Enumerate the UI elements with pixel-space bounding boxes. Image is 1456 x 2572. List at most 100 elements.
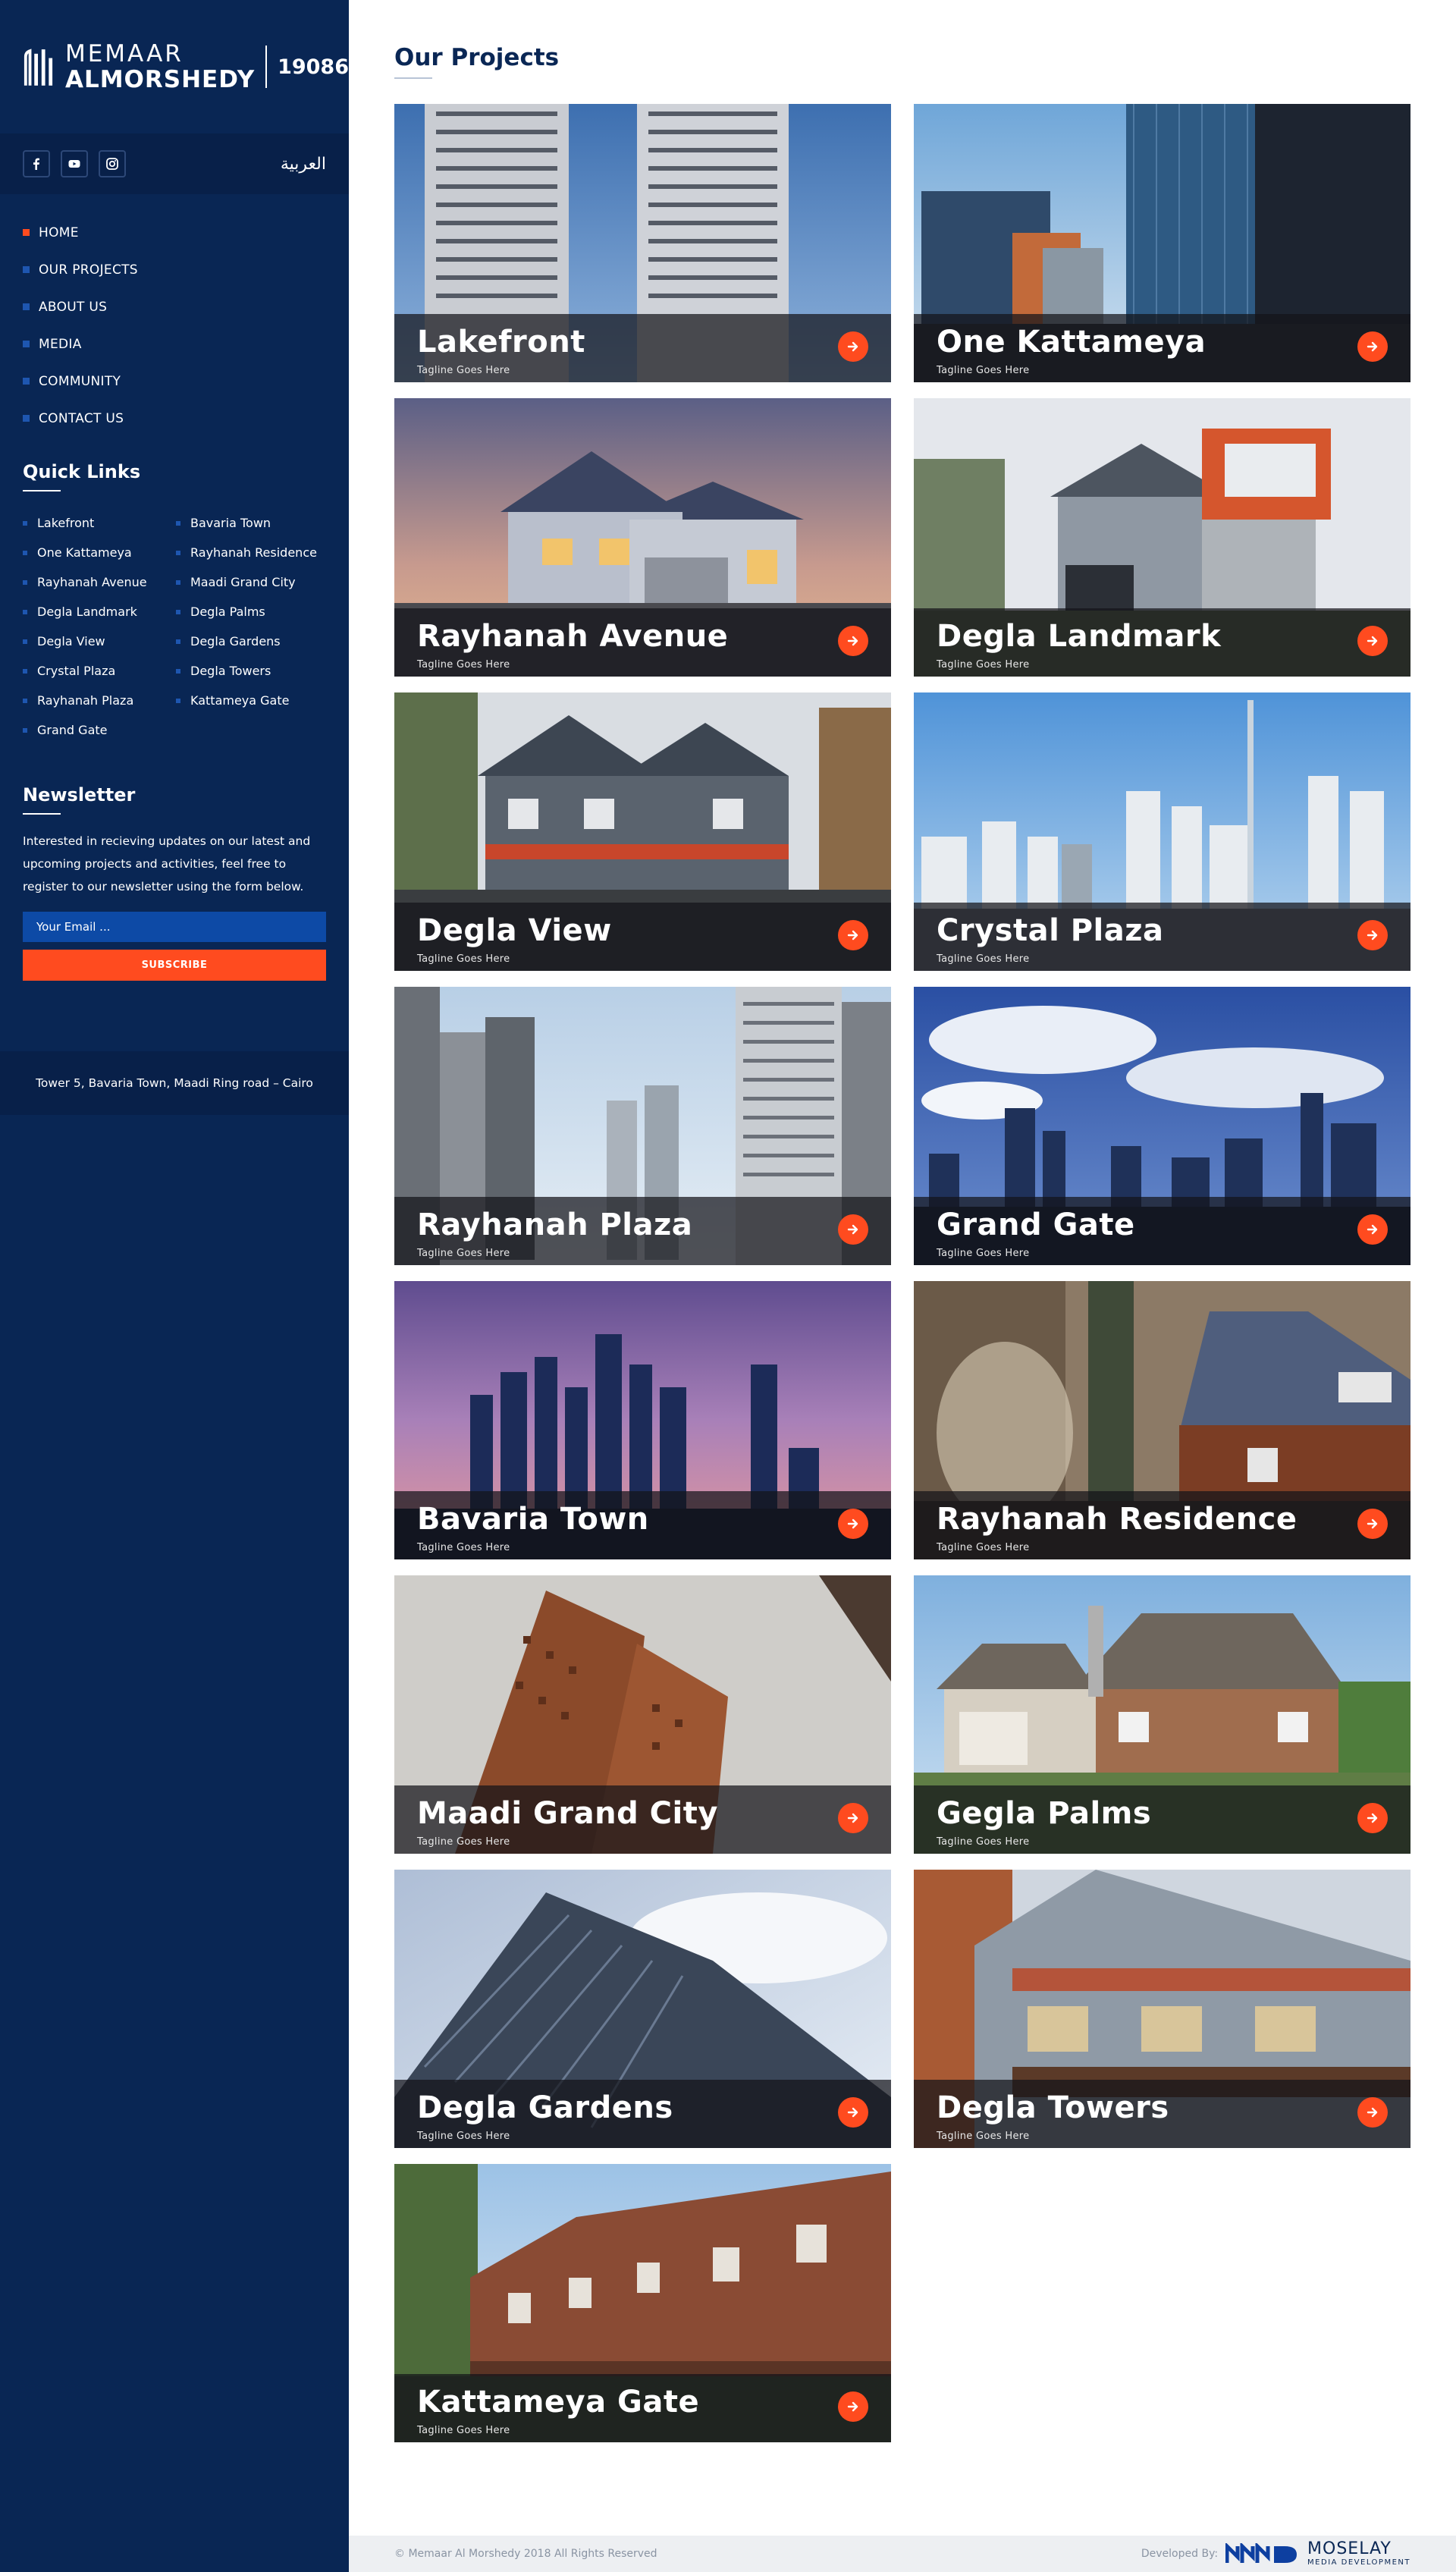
quick-link-label: Rayhanah Avenue xyxy=(37,575,147,589)
nav-label: MEDIA xyxy=(39,336,82,352)
project-name: Rayhanah Plaza xyxy=(417,1207,693,1242)
nav-item-home[interactable]: HOME xyxy=(23,214,326,251)
quick-link[interactable]: Rayhanah Avenue xyxy=(23,567,176,597)
arrow-right-icon[interactable] xyxy=(1357,331,1388,362)
facebook-icon[interactable] xyxy=(23,150,50,177)
quick-link-label: Bavaria Town xyxy=(190,516,271,530)
quick-link[interactable]: One Kattameya xyxy=(23,538,176,567)
project-tagline: Tagline Goes Here xyxy=(937,1836,1030,1848)
title-underline xyxy=(394,77,432,79)
project-card-degla-landmark[interactable]: Degla Landmark Tagline Goes Here xyxy=(914,398,1410,677)
quick-link[interactable]: Rayhanah Residence xyxy=(176,538,334,567)
project-card-degla-view[interactable]: Degla View Tagline Goes Here xyxy=(394,692,891,971)
arrow-right-icon[interactable] xyxy=(1357,1214,1388,1245)
sidebar: MEMAAR ALMORSHEDY 19086 العربية HOME OUR… xyxy=(0,0,349,2572)
quick-link[interactable]: Degla View xyxy=(23,627,176,656)
project-tagline: Tagline Goes Here xyxy=(417,953,510,965)
title-underline xyxy=(23,490,61,491)
link-bullet xyxy=(23,579,27,585)
project-card-degla-gardens[interactable]: Degla Gardens Tagline Goes Here xyxy=(394,1870,891,2148)
quick-link[interactable]: Maadi Grand City xyxy=(176,567,334,597)
quick-link-label: Crystal Plaza xyxy=(37,664,116,678)
arrow-right-icon[interactable] xyxy=(1357,1803,1388,1833)
subscribe-button[interactable]: SUBSCRIBE xyxy=(23,950,326,981)
arrow-right-icon[interactable] xyxy=(838,920,868,950)
nav-bullet xyxy=(23,415,30,422)
email-field[interactable] xyxy=(23,912,326,942)
hotline-number[interactable]: 19086 xyxy=(278,55,349,79)
arrow-right-icon[interactable] xyxy=(1357,920,1388,950)
project-card-bavaria-town[interactable]: Bavaria Town Tagline Goes Here xyxy=(394,1281,891,1559)
nav-bullet xyxy=(23,303,30,310)
newsletter: Newsletter Interested in recieving updat… xyxy=(23,784,326,981)
project-card-rayhanah-avenue[interactable]: Rayhanah Avenue Tagline Goes Here xyxy=(394,398,891,677)
footer: © Memaar Al Morshedy 2018 All Rights Res… xyxy=(349,2536,1456,2572)
quick-link-label: Degla Gardens xyxy=(190,634,281,648)
arrow-right-icon[interactable] xyxy=(838,331,868,362)
moselay-logo-icon xyxy=(1225,2543,1298,2563)
quick-link[interactable]: Degla Palms xyxy=(176,597,334,627)
project-name: Bavaria Town xyxy=(417,1502,649,1537)
nav-item-community[interactable]: COMMUNITY xyxy=(23,363,326,400)
project-name: Crystal Plaza xyxy=(937,913,1164,948)
link-bullet xyxy=(23,550,27,555)
link-bullet xyxy=(23,698,27,703)
arrow-right-icon[interactable] xyxy=(838,1803,868,1833)
quick-link[interactable]: Degla Landmark xyxy=(23,597,176,627)
page-title: Our Projects xyxy=(394,44,560,71)
copyright: © Memaar Al Morshedy 2018 All Rights Res… xyxy=(394,2548,657,2560)
project-tagline: Tagline Goes Here xyxy=(417,365,510,376)
project-card-crystal-plaza[interactable]: Crystal Plaza Tagline Goes Here xyxy=(914,692,1410,971)
brand[interactable]: MEMAAR ALMORSHEDY 19086 xyxy=(0,0,349,133)
quick-link[interactable]: Degla Gardens xyxy=(176,627,334,656)
developer-credit[interactable]: Developed By: MOSELAY MEDIA DEVELOPMENT xyxy=(1141,2541,1410,2567)
link-bullet xyxy=(176,698,180,703)
project-card-rayhanah-residence[interactable]: Rayhanah Residence Tagline Goes Here xyxy=(914,1281,1410,1559)
project-tagline: Tagline Goes Here xyxy=(417,1836,510,1848)
nav-bullet xyxy=(23,229,30,236)
quick-link[interactable]: Bavaria Town xyxy=(176,508,334,538)
link-bullet xyxy=(176,579,180,585)
quick-link-label: One Kattameya xyxy=(37,545,132,560)
youtube-icon[interactable] xyxy=(61,150,88,177)
nav-label: ABOUT US xyxy=(39,299,108,315)
arrow-right-icon[interactable] xyxy=(1357,2097,1388,2128)
project-card-one-kattameya[interactable]: One Kattameya Tagline Goes Here xyxy=(914,104,1410,382)
title-underline xyxy=(23,813,61,815)
project-name: One Kattameya xyxy=(937,325,1207,360)
project-card-degla-towers[interactable]: Degla Towers Tagline Goes Here xyxy=(914,1870,1410,2148)
arrow-right-icon[interactable] xyxy=(1357,626,1388,656)
project-tagline: Tagline Goes Here xyxy=(937,2131,1030,2142)
nav-item-contact-us[interactable]: CONTACT US xyxy=(23,400,326,437)
quick-link[interactable]: Crystal Plaza xyxy=(23,656,176,686)
arrow-right-icon[interactable] xyxy=(838,1214,868,1245)
quick-link[interactable]: Grand Gate xyxy=(23,715,176,745)
nav-item-our-projects[interactable]: OUR PROJECTS xyxy=(23,251,326,288)
quick-link[interactable]: Kattameya Gate xyxy=(176,686,334,715)
arrow-right-icon[interactable] xyxy=(838,2097,868,2128)
arrow-right-icon[interactable] xyxy=(838,2391,868,2422)
project-tagline: Tagline Goes Here xyxy=(417,2131,510,2142)
project-tagline: Tagline Goes Here xyxy=(937,365,1030,376)
quick-link[interactable]: Degla Towers xyxy=(176,656,334,686)
project-card-maadi-grand-city[interactable]: Maadi Grand City Tagline Goes Here xyxy=(394,1575,891,1854)
language-switch[interactable]: العربية xyxy=(281,155,326,174)
link-bullet xyxy=(23,727,27,733)
arrow-right-icon[interactable] xyxy=(838,1509,868,1539)
instagram-icon[interactable] xyxy=(99,150,126,177)
project-card-kattameya-gate[interactable]: Kattameya Gate Tagline Goes Here xyxy=(394,2164,891,2442)
developer-name-main: MOSELAY xyxy=(1307,2539,1392,2558)
project-card-gegla-palms[interactable]: Gegla Palms Tagline Goes Here xyxy=(914,1575,1410,1854)
link-bullet xyxy=(176,609,180,614)
link-bullet xyxy=(23,609,27,614)
arrow-right-icon[interactable] xyxy=(1357,1509,1388,1539)
quick-link[interactable]: Lakefront xyxy=(23,508,176,538)
nav-item-media[interactable]: MEDIA xyxy=(23,325,326,363)
project-card-grand-gate[interactable]: Grand Gate Tagline Goes Here xyxy=(914,987,1410,1265)
arrow-right-icon[interactable] xyxy=(838,626,868,656)
nav-item-about-us[interactable]: ABOUT US xyxy=(23,288,326,325)
quick-link[interactable]: Rayhanah Plaza xyxy=(23,686,176,715)
project-card-lakefront[interactable]: Lakefront Tagline Goes Here xyxy=(394,104,891,382)
developed-by-label: Developed By: xyxy=(1141,2548,1219,2560)
project-card-rayhanah-plaza[interactable]: Rayhanah Plaza Tagline Goes Here xyxy=(394,987,891,1265)
